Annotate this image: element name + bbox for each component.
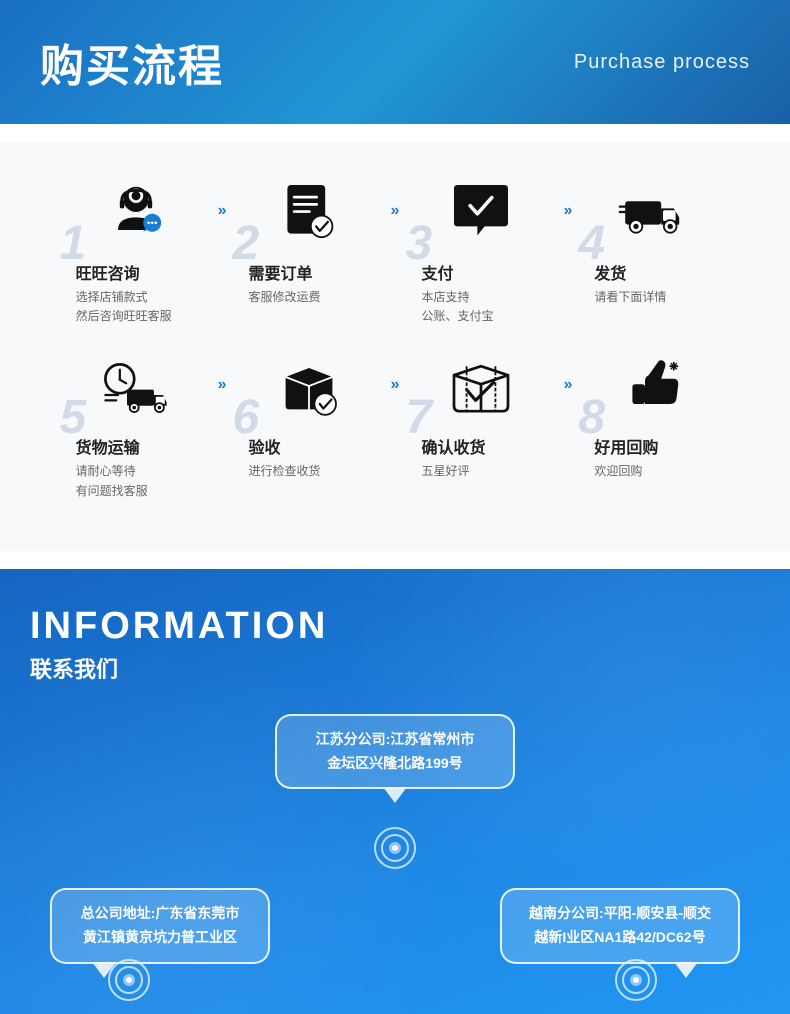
process-desc-6: 进行检查收货 bbox=[249, 462, 369, 481]
process-item-8: 8 好用回购 欢迎回购 bbox=[574, 346, 734, 481]
process-item-4: 4 发货 请看下面详情 bbox=[574, 172, 734, 307]
process-text-7: 确认收货 五星好评 bbox=[421, 434, 541, 481]
process-title-6: 验收 bbox=[249, 434, 369, 458]
info-cards-container: 江苏分公司:江苏省常州市金坛区兴隆北路199号 总公司地址:广东省东莞市黄江镇黄… bbox=[30, 714, 760, 974]
header-title-cn: 购买流程 bbox=[40, 30, 224, 94]
process-icon-2 bbox=[269, 172, 349, 252]
info-title-en: INFORMATION bbox=[30, 605, 760, 648]
process-text-6: 验收 进行检查收货 bbox=[249, 434, 369, 481]
process-title-3: 支付 bbox=[421, 260, 541, 284]
process-text-2: 需要订单 客服修改运费 bbox=[249, 260, 369, 307]
divider-bottom bbox=[0, 551, 790, 569]
process-desc-2: 客服修改运费 bbox=[249, 288, 369, 307]
process-section: 1 bbox=[0, 142, 790, 551]
arrow-2: » bbox=[391, 172, 400, 220]
process-desc-1: 选择店铺款式然后咨询旺旺客服 bbox=[76, 288, 196, 326]
process-title-8: 好用回购 bbox=[594, 434, 714, 458]
info-section: INFORMATION 联系我们 江苏分公司:江苏省常州市金坛区兴隆北路199号… bbox=[0, 569, 790, 1014]
arrow-1: » bbox=[218, 172, 227, 220]
target-jiangsu-icon bbox=[371, 824, 419, 872]
process-title-1: 旺旺咨询 bbox=[76, 260, 196, 284]
process-title-5: 货物运输 bbox=[76, 434, 196, 458]
process-title-2: 需要订单 bbox=[249, 260, 369, 284]
process-icon-4 bbox=[614, 172, 694, 252]
header-title-en: Purchase process bbox=[574, 51, 750, 74]
process-icon-6 bbox=[269, 346, 349, 426]
process-icon-3 bbox=[441, 172, 521, 252]
process-icon-8 bbox=[614, 346, 694, 426]
process-desc-7: 五星好评 bbox=[421, 462, 541, 481]
process-item-3: 3 支付 本店支持公账、支付宝 bbox=[401, 172, 561, 326]
info-card-vietnam: 越南分公司:平阳-顺安县-顺交越新I业区NA1路42/DC62号 bbox=[500, 888, 740, 964]
arrow-3: » bbox=[563, 172, 572, 220]
vietnam-text: 越南分公司:平阳-顺安县-顺交越新I业区NA1路42/DC62号 bbox=[529, 905, 711, 945]
process-desc-4: 请看下面详情 bbox=[594, 288, 714, 307]
process-item-5: 5 bbox=[56, 346, 216, 500]
process-desc-8: 欢迎回购 bbox=[594, 462, 714, 481]
process-icon-5 bbox=[96, 346, 176, 426]
divider-top bbox=[0, 124, 790, 142]
process-text-3: 支付 本店支持公账、支付宝 bbox=[421, 260, 541, 326]
process-title-4: 发货 bbox=[594, 260, 714, 284]
process-text-4: 发货 请看下面详情 bbox=[594, 260, 714, 307]
info-card-guangdong: 总公司地址:广东省东莞市黄江镇黄京坑力普工业区 bbox=[50, 888, 270, 964]
info-card-jiangsu: 江苏分公司:江苏省常州市金坛区兴隆北路199号 bbox=[275, 714, 515, 790]
info-title-cn: 联系我们 bbox=[30, 652, 760, 684]
process-desc-3: 本店支持公账、支付宝 bbox=[421, 288, 541, 326]
process-desc-5: 请耐心等待有问题找客服 bbox=[76, 462, 196, 500]
header-section: 购买流程 Purchase process bbox=[0, 0, 790, 124]
arrow-7: » bbox=[563, 346, 572, 394]
process-text-5: 货物运输 请耐心等待有问题找客服 bbox=[76, 434, 196, 500]
arrow-5: » bbox=[218, 346, 227, 394]
process-title-7: 确认收货 bbox=[421, 434, 541, 458]
process-item-2: 2 需要订单 客服修改运费 bbox=[229, 172, 389, 307]
process-icon-7 bbox=[441, 346, 521, 426]
process-text-8: 好用回购 欢迎回购 bbox=[594, 434, 714, 481]
process-item-7: 7 确认收货 五星好评 bbox=[401, 346, 561, 481]
process-icon-1 bbox=[96, 172, 176, 252]
process-item-6: 6 验收 进行检查收货 bbox=[229, 346, 389, 481]
process-row-2: 5 bbox=[20, 346, 770, 500]
jiangsu-text: 江苏分公司:江苏省常州市金坛区兴隆北路199号 bbox=[316, 731, 475, 771]
process-item-1: 1 bbox=[56, 172, 216, 326]
process-row-1: 1 bbox=[20, 172, 770, 326]
arrow-6: » bbox=[391, 346, 400, 394]
process-text-1: 旺旺咨询 选择店铺款式然后咨询旺旺客服 bbox=[76, 260, 196, 326]
guangdong-text: 总公司地址:广东省东莞市黄江镇黄京坑力普工业区 bbox=[81, 905, 240, 945]
